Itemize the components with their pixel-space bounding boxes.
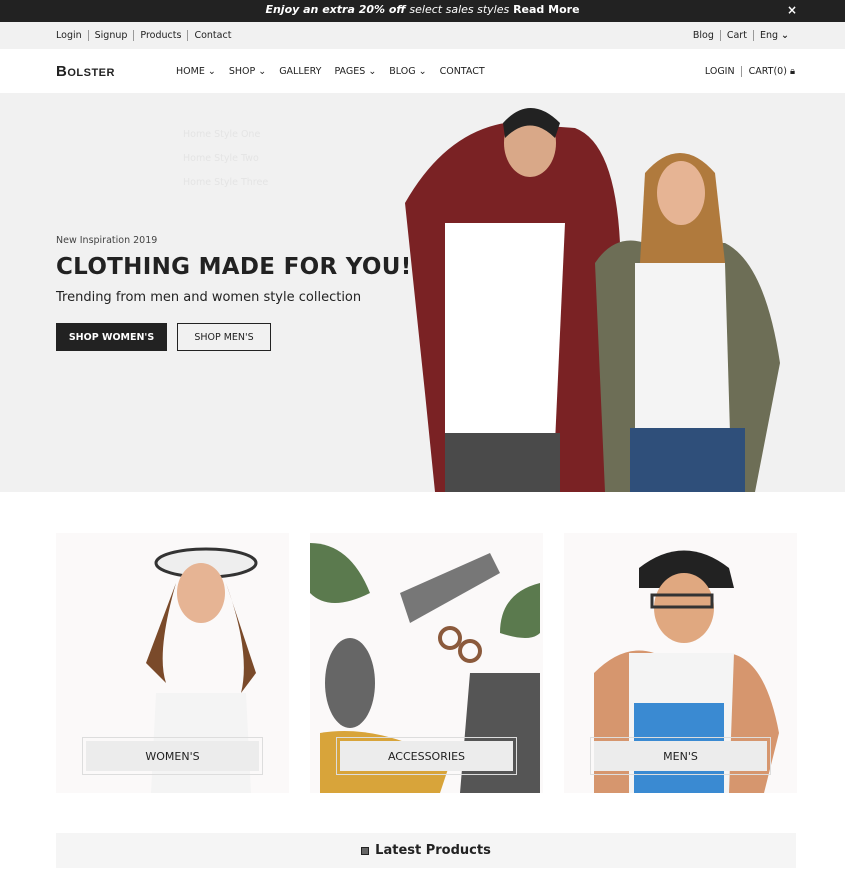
promo-bold: Enjoy an extra 20% off (265, 3, 406, 16)
chevron-down-icon: ⌄ (255, 65, 267, 77)
signup-link[interactable]: Signup (87, 30, 134, 41)
nav-item-label: CONTACT (439, 65, 485, 77)
dropdown-item[interactable]: Home Style Two (183, 147, 268, 171)
latest-products-header: Latest Products (56, 833, 796, 868)
nav-login[interactable]: LOGIN (705, 66, 735, 77)
nav-item-blog[interactable]: BLOG ⌄ (389, 66, 426, 77)
top-bar: Login Signup Products Contact Blog Cart Eng ⌄ (0, 22, 845, 49)
hero-banner: Home Style One Home Style Two Home Style… (0, 93, 845, 492)
products-link[interactable]: Products (133, 30, 188, 41)
shopping-bag-icon: 🔒︎ (789, 65, 795, 77)
dropdown-item[interactable]: Home Style Three (183, 171, 268, 195)
hero-models-image (405, 108, 780, 492)
chevron-down-icon: ⌄ (781, 30, 789, 41)
dropdown-item[interactable]: Home Style One (183, 123, 268, 147)
nav-item-label: HOME (176, 65, 205, 77)
nav-item-shop[interactable]: SHOP ⌄ (229, 66, 266, 77)
close-icon[interactable]: × (787, 0, 797, 20)
nav-item-pages[interactable]: PAGES ⌄ (334, 66, 376, 77)
category-label[interactable]: WOMEN'S (86, 741, 259, 771)
contact-link[interactable]: Contact (187, 30, 238, 41)
nav-item-contact[interactable]: CONTACT (440, 66, 485, 77)
hero-subtitle: Trending from men and women style collec… (56, 290, 362, 305)
nav-item-label: GALLERY (279, 65, 322, 77)
chevron-down-icon: ⌄ (415, 65, 427, 77)
category-label[interactable]: ACCESSORIES (340, 741, 513, 771)
category-women[interactable]: WOMEN'S (56, 533, 289, 793)
latest-products-title: Latest Products (375, 843, 491, 858)
category-label[interactable]: MEN'S (594, 741, 767, 771)
nav-item-label: BLOG (389, 65, 416, 77)
read-more-link[interactable]: Read More (513, 3, 579, 16)
category-men[interactable]: MEN'S (564, 533, 797, 793)
nav-item-home[interactable]: HOME ⌄ (176, 66, 216, 77)
nav-item-label: SHOP (228, 65, 256, 77)
blog-link[interactable]: Blog (693, 30, 720, 41)
category-list: WOMEN'S ACCESSORIES MEN'S (56, 533, 797, 793)
cart-label: CART(0) (748, 65, 787, 77)
language-label: Eng (759, 30, 778, 41)
login-link[interactable]: Login (56, 30, 88, 41)
promo-text: select sales styles (409, 3, 510, 16)
hero-title: CLOTHING MADE FOR YOU! (56, 254, 412, 280)
nav-menu: HOME ⌄ SHOP ⌄ GALLERY PAGES ⌄ BLOG ⌄ CONTACT (176, 66, 705, 77)
nav-item-gallery[interactable]: GALLERY (279, 66, 321, 77)
cart-link[interactable]: Cart (719, 30, 753, 41)
hero-eyebrow: New Inspiration 2019 (56, 235, 158, 246)
square-icon (361, 846, 370, 855)
category-accessories[interactable]: ACCESSORIES (310, 533, 543, 793)
nav-cart[interactable]: CART(0) 🔒︎ (740, 65, 795, 77)
home-dropdown: Home Style One Home Style Two Home Style… (183, 123, 268, 195)
nav-item-label: PAGES (334, 65, 366, 77)
language-select[interactable]: Eng ⌄ (752, 30, 795, 41)
chevron-down-icon: ⌄ (365, 65, 377, 77)
chevron-down-icon: ⌄ (204, 65, 216, 77)
shop-men-button[interactable]: SHOP MEN'S (177, 323, 271, 351)
shop-women-button[interactable]: SHOP WOMEN'S (56, 323, 167, 351)
main-nav: Bolster HOME ⌄ SHOP ⌄ GALLERY PAGES ⌄ BLOG ⌄… (0, 49, 845, 93)
logo[interactable]: Bolster (56, 63, 176, 80)
promo-bar: Enjoy an extra 20% off select sales styl… (0, 0, 845, 22)
